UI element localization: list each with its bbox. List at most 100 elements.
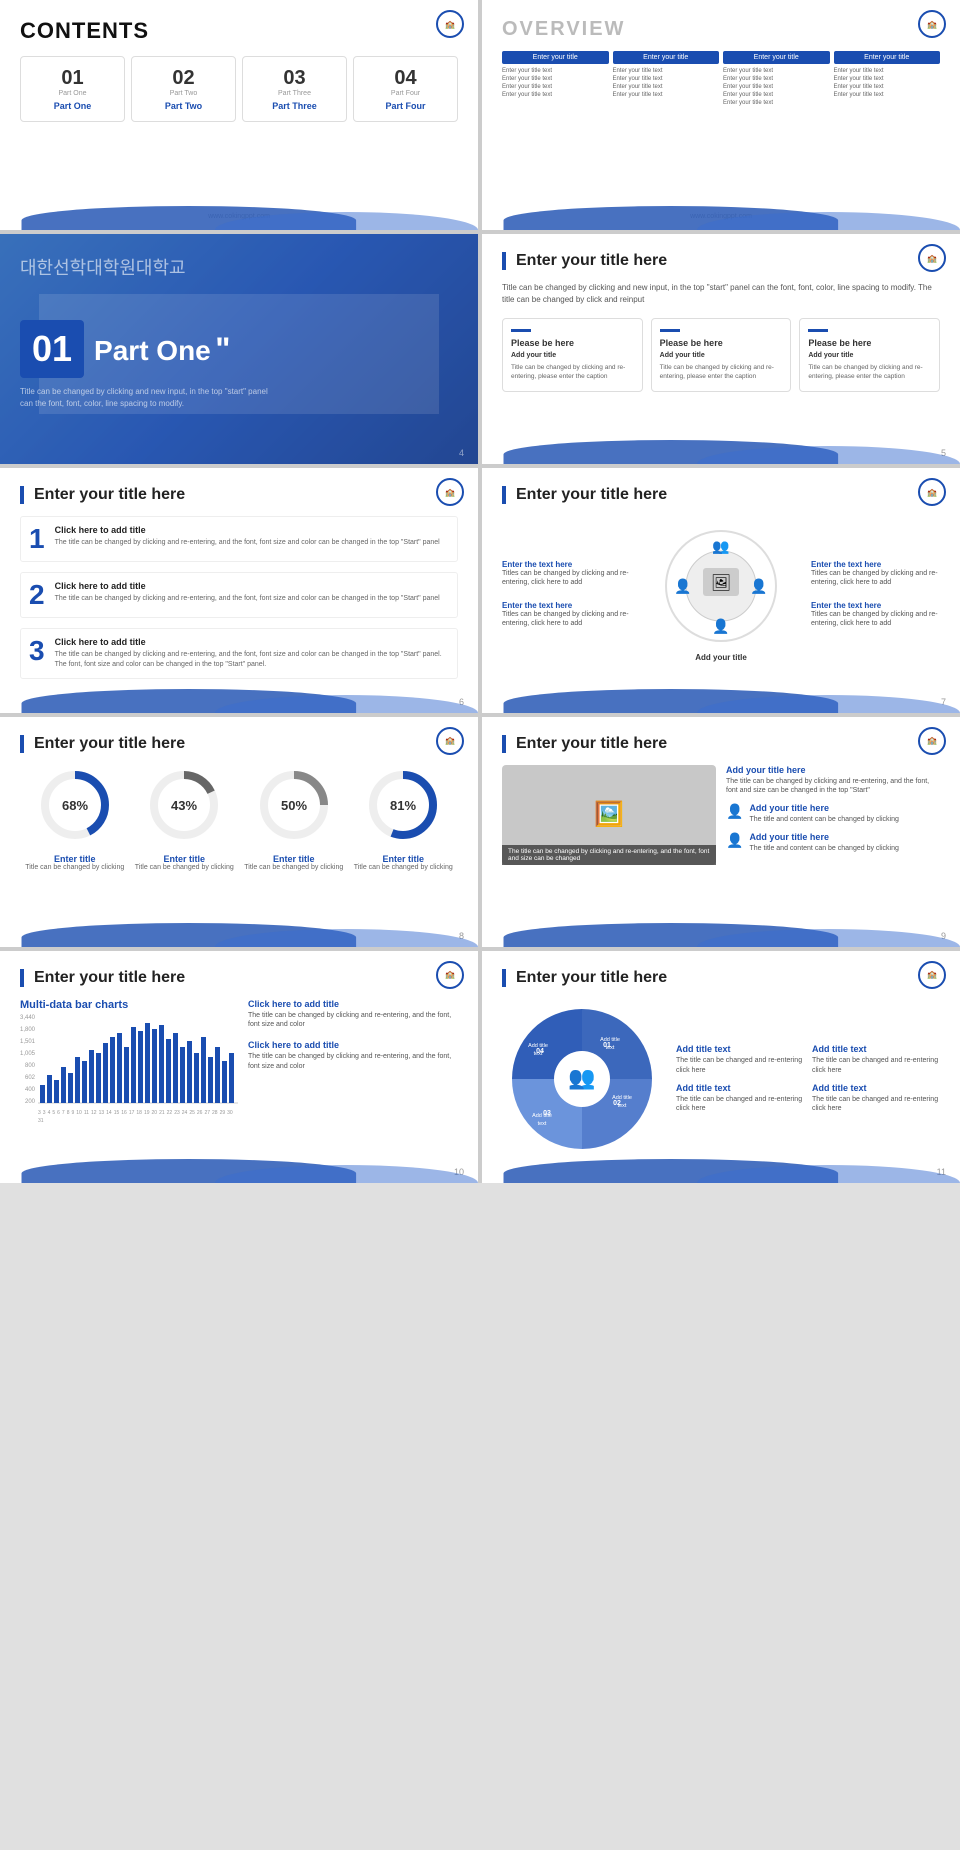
left-item-1: Enter the text here Titles can be change… (502, 560, 631, 587)
click-text-2: The title can be changed by clicking and… (248, 1052, 458, 1072)
cycle-item-1: Add title text The title can be changed … (676, 1044, 804, 1074)
ov-header-3: Enter your title (723, 51, 830, 64)
right-item-2-content: Add your title here The title and conten… (749, 803, 898, 824)
num-content-1: Click here to add title The title can be… (55, 525, 440, 553)
bar-chart-container: 3345678910111213141516171819202122232425… (38, 1015, 238, 1124)
right-title-2: Enter the text here (811, 601, 940, 610)
ov-cell-1-4: Enter your title text (502, 91, 609, 99)
donut-svg-3: 50% (254, 765, 334, 845)
slide10-title: Enter your title here (502, 969, 940, 987)
right-title-3: Add your title here (749, 832, 898, 842)
ov-header-4: Enter your title (834, 51, 941, 64)
center-label: Add your title (661, 653, 781, 662)
slide3-subtitle: Title can be changed by clicking and new… (20, 386, 280, 410)
ov-header-1: Enter your title (502, 51, 609, 64)
left-text-1: Titles can be changed by clicking and re… (502, 569, 631, 587)
slide4-title: Enter your title here (502, 252, 940, 270)
cycle-item-3: Add title text The title can be changed … (676, 1083, 804, 1113)
svg-text:81%: 81% (390, 798, 416, 813)
slide6-title: Enter your title here (502, 486, 940, 504)
right-item-1: Add your title here The title can be cha… (726, 765, 940, 795)
donut-sub-4: Title can be changed by clicking (354, 864, 453, 871)
y-label-1: 3,440 (20, 1015, 35, 1021)
y-label-6: 602 (20, 1075, 35, 1081)
left-text-2: Titles can be changed by clicking and re… (502, 610, 631, 628)
ov-header-2: Enter your title (613, 51, 720, 64)
cycle-item-title-2: Add title text (812, 1044, 940, 1054)
quote-mark: " (215, 331, 230, 367)
cycle-svg: 👥 01 02 03 04 Add title text Add title t… (502, 999, 662, 1159)
x-axis-labels: 3345678910111213141516171819202122232425… (38, 1110, 238, 1124)
y-label-5: 800 (20, 1063, 35, 1069)
right-text-1: The title can be changed by clicking and… (726, 777, 940, 795)
num-3: 3 (29, 637, 45, 670)
ov-cell-3-1: Enter your title text (723, 67, 830, 75)
logo-slide9: 🏫 (436, 961, 464, 989)
ov-cell-3-5: Enter your title text (723, 99, 830, 107)
svg-text:text: text (618, 1103, 627, 1109)
svg-text:👤: 👤 (750, 578, 767, 595)
cycle-item-4: Add title text The title can be changed … (812, 1083, 940, 1113)
right-item-1: Enter the text here Titles can be change… (811, 560, 940, 587)
cycle-item-2: Add title text The title can be changed … (812, 1044, 940, 1074)
y-label-7: 400 (20, 1087, 35, 1093)
slide-10: 🏫 Enter your title here 👥 01 02 03 04 (482, 951, 960, 1183)
slides-grid: 🏫 CONTENTS 01 Part One Part One 02 Part … (0, 0, 960, 1183)
info-card-3: Please be here Add your title Title can … (799, 318, 940, 392)
ov-cell-2-1: Enter your title text (613, 67, 720, 75)
cycle-area: 👥 01 02 03 04 Add title text Add title t… (502, 999, 940, 1159)
ov-cell-1-2: Enter your title text (502, 75, 609, 83)
y-label-4: 1,005 (20, 1051, 35, 1057)
right-item-3: 👤 Add your title here The title and cont… (726, 832, 940, 853)
korean-university-name: 대한선학대학원대학교 (20, 254, 458, 280)
content-item-4[interactable]: 04 Part Four Part Four (353, 56, 458, 122)
num-item-2: 2 Click here to add title The title can … (20, 572, 458, 618)
right-items-list: Add your title here The title can be cha… (726, 765, 940, 865)
right-title-2: Add your title here (749, 803, 898, 813)
slide5-title: Enter your title here (20, 486, 458, 504)
logo-slide2: 🏫 (918, 10, 946, 38)
ov-col-4: Enter your title Enter your title text E… (834, 51, 941, 107)
slide3-pagenum: 4 (459, 448, 464, 458)
slide-contents: 🏫 CONTENTS 01 Part One Part One 02 Part … (0, 0, 478, 230)
part-num-box: 01 (20, 320, 84, 378)
y-label-3: 1,501 (20, 1039, 35, 1045)
donut-sub-1: Title can be changed by clicking (25, 864, 124, 871)
svg-text:68%: 68% (62, 798, 88, 813)
cycle-item-title-4: Add title text (812, 1083, 940, 1093)
ov-col-2: Enter your title Enter your title text E… (613, 51, 720, 107)
card-title-2: Please be here (660, 338, 783, 348)
image-area: 🖼️ The title can be changed by clicking … (502, 765, 716, 865)
slide8-title: Enter your title here (502, 735, 940, 753)
donut-1: 68% Enter title Title can be changed by … (25, 765, 124, 871)
logo-slide6: 🏫 (918, 478, 946, 506)
num-title-1: Click here to add title (55, 525, 440, 535)
donut-2: 43% Enter title Title can be changed by … (135, 765, 234, 871)
content-item-2[interactable]: 02 Part Two Part Two (131, 56, 236, 122)
cycle-item-text-2: The title can be changed and re-entering… (812, 1056, 940, 1074)
ov-cell-1-1: Enter your title text (502, 67, 609, 75)
svg-text:Add title: Add title (532, 1113, 552, 1119)
slide8-layout: 🖼️ The title can be changed by clicking … (502, 765, 940, 865)
content-item-3[interactable]: 03 Part Three Part Three (242, 56, 347, 122)
num-2: 2 (29, 581, 45, 609)
num-text-3: The title can be changed by clicking and… (55, 650, 449, 670)
slide4-desc: Title can be changed by clicking and new… (502, 282, 940, 306)
svg-text:text: text (606, 1045, 615, 1051)
svg-text:50%: 50% (281, 798, 307, 813)
content-item-1[interactable]: 01 Part One Part One (20, 56, 125, 122)
num-item-3: 3 Click here to add title The title can … (20, 628, 458, 679)
ov-cell-3-4: Enter your title text (723, 91, 830, 99)
ov-col-1: Enter your title Enter your title text E… (502, 51, 609, 107)
image-icon: 🖼️ (594, 800, 624, 829)
ov-cell-2-2: Enter your title text (613, 75, 720, 83)
content-part-label-3: Part Three (249, 90, 340, 97)
info-card-2: Please be here Add your title Title can … (651, 318, 792, 392)
slide-part-intro: 대한선학대학원대학교 01 Part One " Title can be ch… (0, 234, 478, 464)
chart-section: Multi-data bar charts 3,440 1,800 1,501 … (20, 999, 458, 1124)
num-content-3: Click here to add title The title can be… (55, 637, 449, 670)
overview-grid: Enter your title Enter your title text E… (502, 51, 940, 107)
ov-cell-2-4: Enter your title text (613, 91, 720, 99)
logo-slide1: 🏫 (436, 10, 464, 38)
svg-text:👤: 👤 (674, 578, 691, 595)
